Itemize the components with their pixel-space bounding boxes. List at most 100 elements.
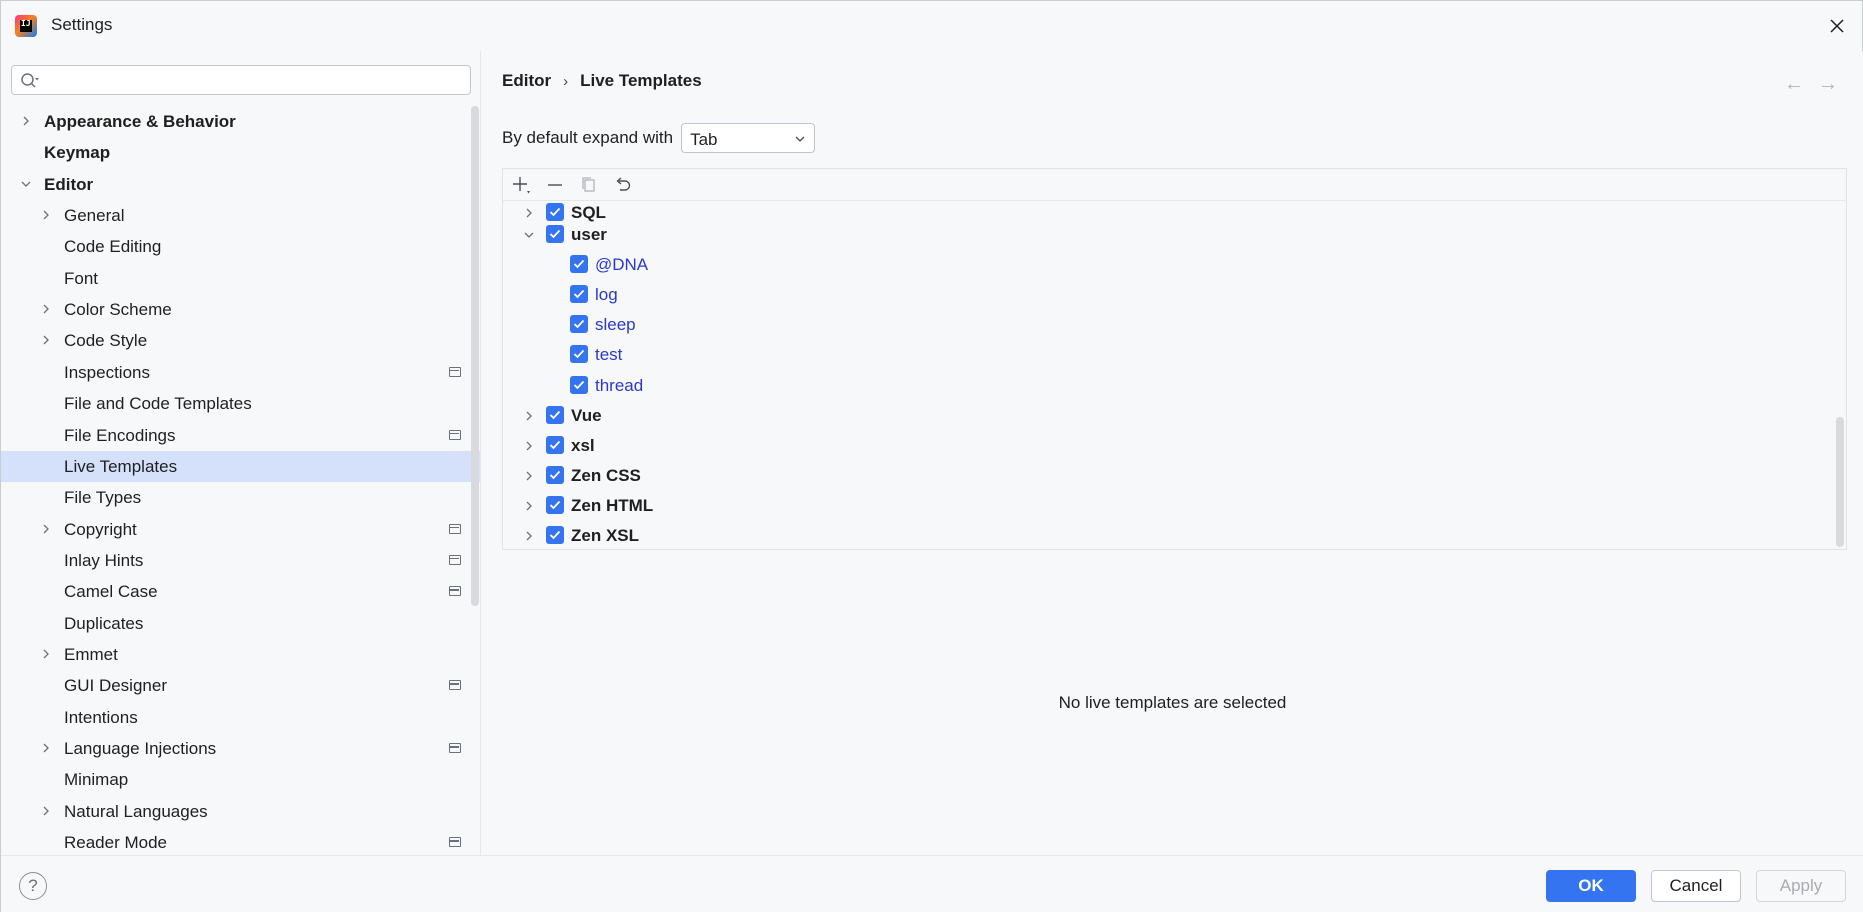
chevron-down-icon[interactable] [19,177,33,191]
checkbox[interactable] [546,526,564,544]
template-group-row[interactable]: xsl [503,431,1823,461]
template-row[interactable]: thread [503,371,1823,401]
cancel-button[interactable]: Cancel [1651,870,1741,902]
chevron-right-icon[interactable] [39,333,53,347]
template-group-row[interactable]: Zen HTML [503,491,1823,521]
sidebar-item-language-injections[interactable]: Language Injections [1,733,480,764]
chevron-right-icon[interactable] [39,302,53,316]
sidebar-item-live-templates[interactable]: Live Templates [1,450,480,482]
sidebar-item-copyright[interactable]: Copyright [1,514,480,545]
template-group-row[interactable]: Vue [503,401,1823,431]
apply-button[interactable]: Apply [1756,870,1846,902]
sidebar-item-file-encodings[interactable]: File Encodings [1,420,480,451]
chevron-right-icon[interactable] [522,529,536,543]
project-level-settings-icon [449,680,461,691]
chevron-right-icon[interactable] [522,469,536,483]
sidebar-item-natural-languages[interactable]: Natural Languages [1,796,480,827]
checkbox[interactable] [546,465,564,484]
template-row[interactable]: @DNA [503,250,1823,280]
sidebar-item-label: General [64,206,125,226]
checkbox[interactable] [546,203,564,221]
remove-button[interactable] [543,173,567,197]
project-level-settings-icon [449,429,461,440]
sidebar-item-file-types[interactable]: File Types [1,482,480,513]
templates-scrollbar[interactable] [1836,417,1844,547]
sidebar-item-editor[interactable]: Editor [1,169,480,200]
close-icon [1830,19,1844,33]
sidebar-scrollbar[interactable] [471,106,479,606]
template-group-label: Zen CSS [571,465,641,485]
sidebar-item-duplicates[interactable]: Duplicates [1,608,480,639]
breadcrumb-editor[interactable]: Editor [502,71,551,91]
help-button[interactable]: ? [19,872,47,900]
templates-tree: SQL user @DNA log sleep test thread Vue xsl Zen C… [503,201,1846,549]
sidebar-item-inlay-hints[interactable]: Inlay Hints [1,545,480,576]
sidebar-item-color-scheme[interactable]: Color Scheme [1,294,480,325]
checkbox[interactable] [546,495,564,514]
chevron-down-icon[interactable] [522,228,536,242]
sidebar-item-reader-mode[interactable]: Reader Mode [1,827,480,855]
sidebar-item-font[interactable]: Font [1,263,480,294]
sidebar-item-minimap[interactable]: Minimap [1,764,480,795]
checkmark-icon [549,500,561,510]
settings-search-input[interactable] [11,65,471,95]
chevron-right-icon[interactable] [19,114,33,128]
back-arrow-icon[interactable]: ← [1784,73,1804,96]
sidebar-item-inspections[interactable]: Inspections [1,357,480,388]
checkmark-icon [573,290,585,299]
template-row[interactable]: sleep [503,310,1823,340]
checkbox[interactable] [570,285,588,304]
search-icon[interactable] [20,72,40,90]
restore-defaults-button[interactable] [611,173,635,197]
sidebar-item-label: Code Editing [64,237,162,257]
checkbox[interactable] [570,315,588,334]
checkbox[interactable] [570,375,588,394]
checkbox[interactable] [546,435,564,454]
chevron-right-icon[interactable] [39,741,53,755]
sidebar-item-camel-case[interactable]: Camel Case [1,576,480,607]
expand-with-dropdown[interactable]: Tab [681,123,816,153]
chevron-right-icon[interactable] [39,522,53,536]
template-group-row[interactable]: user [503,220,1823,250]
breadcrumb: Editor › Live Templates [502,71,702,91]
checkbox[interactable] [570,255,588,274]
ok-button[interactable]: OK [1546,870,1636,902]
chevron-right-icon[interactable] [522,409,536,423]
sidebar-item-intentions[interactable]: Intentions [1,702,480,733]
checkbox[interactable] [546,405,564,424]
checkmark-icon [549,410,561,419]
copy-button[interactable] [577,173,601,197]
template-group-row[interactable]: Zen XSL [503,521,1823,549]
sidebar-item-file-and-code-templates[interactable]: File and Code Templates [1,388,480,419]
project-level-settings-icon [449,586,461,597]
sidebar-item-code-style[interactable]: Code Style [1,325,480,356]
expand-with-label: By default expand with [502,128,674,147]
sidebar-item-keymap[interactable]: Keymap [1,137,480,168]
sidebar-item-code-editing[interactable]: Code Editing [1,231,480,262]
chevron-right-icon[interactable] [39,647,53,661]
sidebar-item-label: Inlay Hints [64,550,144,570]
sidebar-item-appearance-behavior[interactable]: Appearance & Behavior [1,106,480,137]
sidebar-item-emmet[interactable]: Emmet [1,639,480,670]
chevron-right-icon[interactable] [39,804,53,818]
close-button[interactable] [1822,11,1852,41]
chevron-right-icon[interactable] [39,208,53,222]
sidebar-item-label: Color Scheme [64,300,172,320]
add-button[interactable] [509,173,533,197]
template-row[interactable]: test [503,340,1823,370]
minus-icon [548,183,562,186]
template-row[interactable]: log [503,280,1823,310]
checkbox[interactable] [546,225,564,243]
chevron-right-icon[interactable] [522,499,536,513]
undo-icon [616,176,631,191]
sidebar-item-gui-designer[interactable]: GUI Designer [1,670,480,701]
sidebar-item-general[interactable]: General [1,200,480,231]
chevron-right-icon[interactable] [522,206,536,220]
copy-icon [582,176,595,192]
forward-arrow-icon[interactable]: → [1818,73,1838,96]
chevron-right-icon[interactable] [522,439,536,453]
sidebar-item-label: Language Injections [64,739,217,758]
checkbox[interactable] [570,345,588,364]
expand-with-row: By default expand with Tab [502,123,816,153]
template-group-row[interactable]: Zen CSS [503,461,1823,491]
